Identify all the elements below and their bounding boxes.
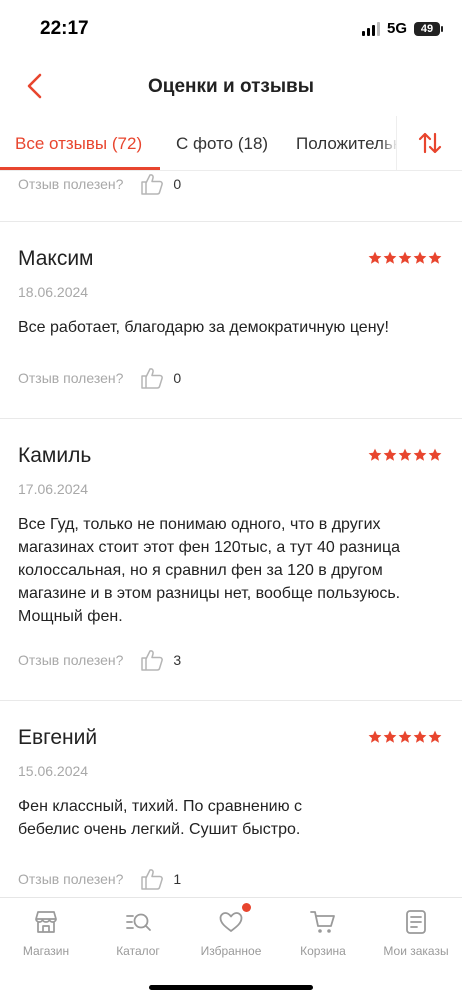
like-button[interactable]	[139, 647, 165, 673]
battery-level: 49	[420, 22, 434, 35]
helpful-row: Отзыв полезен? 3	[18, 647, 181, 673]
like-button[interactable]	[139, 866, 165, 892]
review-date: 17.06.2024	[18, 481, 89, 497]
star-icon	[368, 251, 382, 264]
star-icon	[413, 251, 427, 264]
star-rating	[368, 448, 442, 462]
reviews-list[interactable]: Отзыв полезен? 0 Максим 18.06.2024 Все р…	[0, 171, 462, 897]
status-bar: 22:17 5G 49	[0, 0, 462, 58]
review-text: Все Гуд, только не понимаю одного, что в…	[18, 516, 401, 625]
home-indicator	[149, 985, 313, 990]
star-rating	[368, 251, 442, 265]
review-text: Все работает, благодарю за демократичную…	[18, 319, 389, 336]
sort-arrows-icon	[418, 132, 441, 154]
tab-all-reviews[interactable]: Все отзывы (72)	[15, 134, 142, 154]
helpful-label: Отзыв полезен?	[18, 176, 124, 192]
star-icon	[383, 448, 397, 461]
like-count: 1	[173, 871, 182, 887]
bottom-nav: Магазин Каталог Избранное Корзина Мои за…	[0, 897, 462, 999]
nav-label: Мои заказы	[383, 944, 449, 958]
divider	[0, 700, 462, 701]
star-icon	[398, 251, 412, 264]
thumbs-up-icon	[141, 650, 164, 671]
nav-label: Каталог	[116, 944, 160, 958]
star-icon	[398, 730, 412, 743]
status-indicators: 5G 49	[361, 20, 443, 37]
star-icon	[428, 730, 442, 743]
helpful-row: Отзыв полезен? 0	[18, 171, 181, 197]
star-icon	[368, 448, 382, 461]
reviewer-name: Евгений	[18, 726, 98, 749]
divider	[0, 418, 462, 419]
helpful-label: Отзыв полезен?	[18, 652, 124, 668]
review-text: Фен классный, тихий. По сравнению с бебе…	[18, 798, 303, 838]
review-date: 15.06.2024	[18, 763, 89, 779]
thumbs-up-icon	[141, 174, 164, 195]
like-count: 0	[173, 370, 182, 386]
like-count: 3	[173, 652, 182, 668]
notification-dot	[242, 903, 251, 912]
nav-catalog[interactable]: Каталог	[92, 908, 184, 958]
nav-label: Магазин	[22, 944, 70, 958]
thumbs-up-icon	[141, 869, 164, 890]
star-icon	[413, 448, 427, 461]
nav-favorites[interactable]: Избранное	[185, 903, 277, 958]
sort-button[interactable]	[396, 116, 462, 170]
helpful-row: Отзыв полезен? 1	[18, 866, 181, 892]
nav-cart[interactable]: Корзина	[277, 908, 369, 958]
review-date: 18.06.2024	[18, 284, 89, 300]
star-icon	[398, 448, 412, 461]
star-icon	[383, 251, 397, 264]
network-label: 5G	[386, 20, 407, 37]
star-icon	[428, 448, 442, 461]
heart-icon	[219, 912, 243, 932]
page-title: Оценки и отзывы	[148, 76, 314, 97]
nav-orders[interactable]: Мои заказы	[370, 908, 462, 958]
reviewer-name: Максим	[18, 247, 94, 270]
signal-icon	[361, 21, 380, 36]
divider	[0, 221, 462, 222]
star-icon	[428, 251, 442, 264]
star-icon	[368, 730, 382, 743]
helpful-label: Отзыв полезен?	[18, 871, 124, 887]
helpful-label: Отзыв полезен?	[18, 370, 124, 386]
status-time: 22:17	[40, 18, 89, 39]
nav-label: Корзина	[300, 944, 346, 958]
helpful-row: Отзыв полезен? 0	[18, 365, 181, 391]
thumbs-up-icon	[141, 368, 164, 389]
orders-icon	[406, 910, 426, 934]
store-icon	[35, 911, 57, 933]
header: Оценки и отзывы	[0, 58, 462, 116]
star-icon	[383, 730, 397, 743]
catalog-search-icon	[126, 913, 151, 931]
tab-with-photo[interactable]: С фото (18)	[176, 134, 268, 154]
star-rating	[368, 730, 442, 744]
nav-store[interactable]: Магазин	[0, 908, 92, 958]
filter-tabs: Все отзывы (72) С фото (18) Положительны…	[0, 116, 462, 171]
like-count: 0	[173, 176, 182, 192]
reviewer-name: Камиль	[18, 444, 92, 467]
nav-label: Избранное	[200, 944, 262, 958]
star-icon	[413, 730, 427, 743]
like-button[interactable]	[139, 171, 165, 197]
like-button[interactable]	[139, 365, 165, 391]
battery-icon: 49	[414, 21, 443, 36]
cart-icon	[310, 911, 335, 933]
active-tab-indicator	[0, 167, 160, 170]
